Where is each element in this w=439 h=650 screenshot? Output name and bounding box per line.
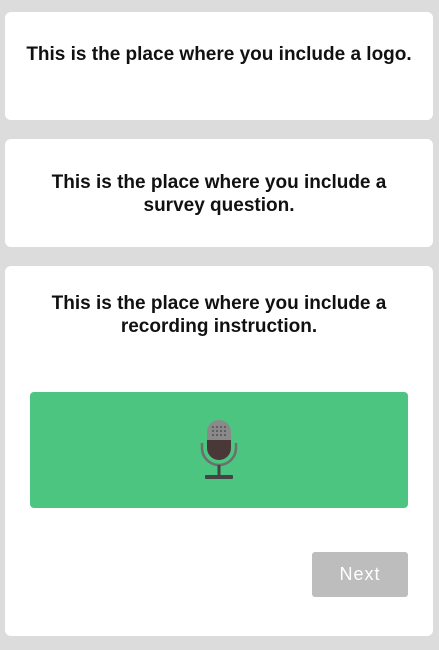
logo-card: This is the place where you include a lo… — [5, 12, 433, 120]
logo-placeholder-text: This is the place where you include a lo… — [26, 44, 412, 65]
survey-question-card: This is the place where you include a su… — [5, 139, 433, 247]
next-button[interactable]: Next — [312, 552, 408, 597]
record-button[interactable] — [30, 392, 408, 508]
survey-question-text: This is the place where you include a su… — [51, 172, 387, 216]
recording-instruction-text: This is the place where you include a re… — [51, 293, 387, 337]
microphone-icon — [200, 420, 238, 479]
recording-card: This is the place where you include a re… — [5, 266, 433, 636]
